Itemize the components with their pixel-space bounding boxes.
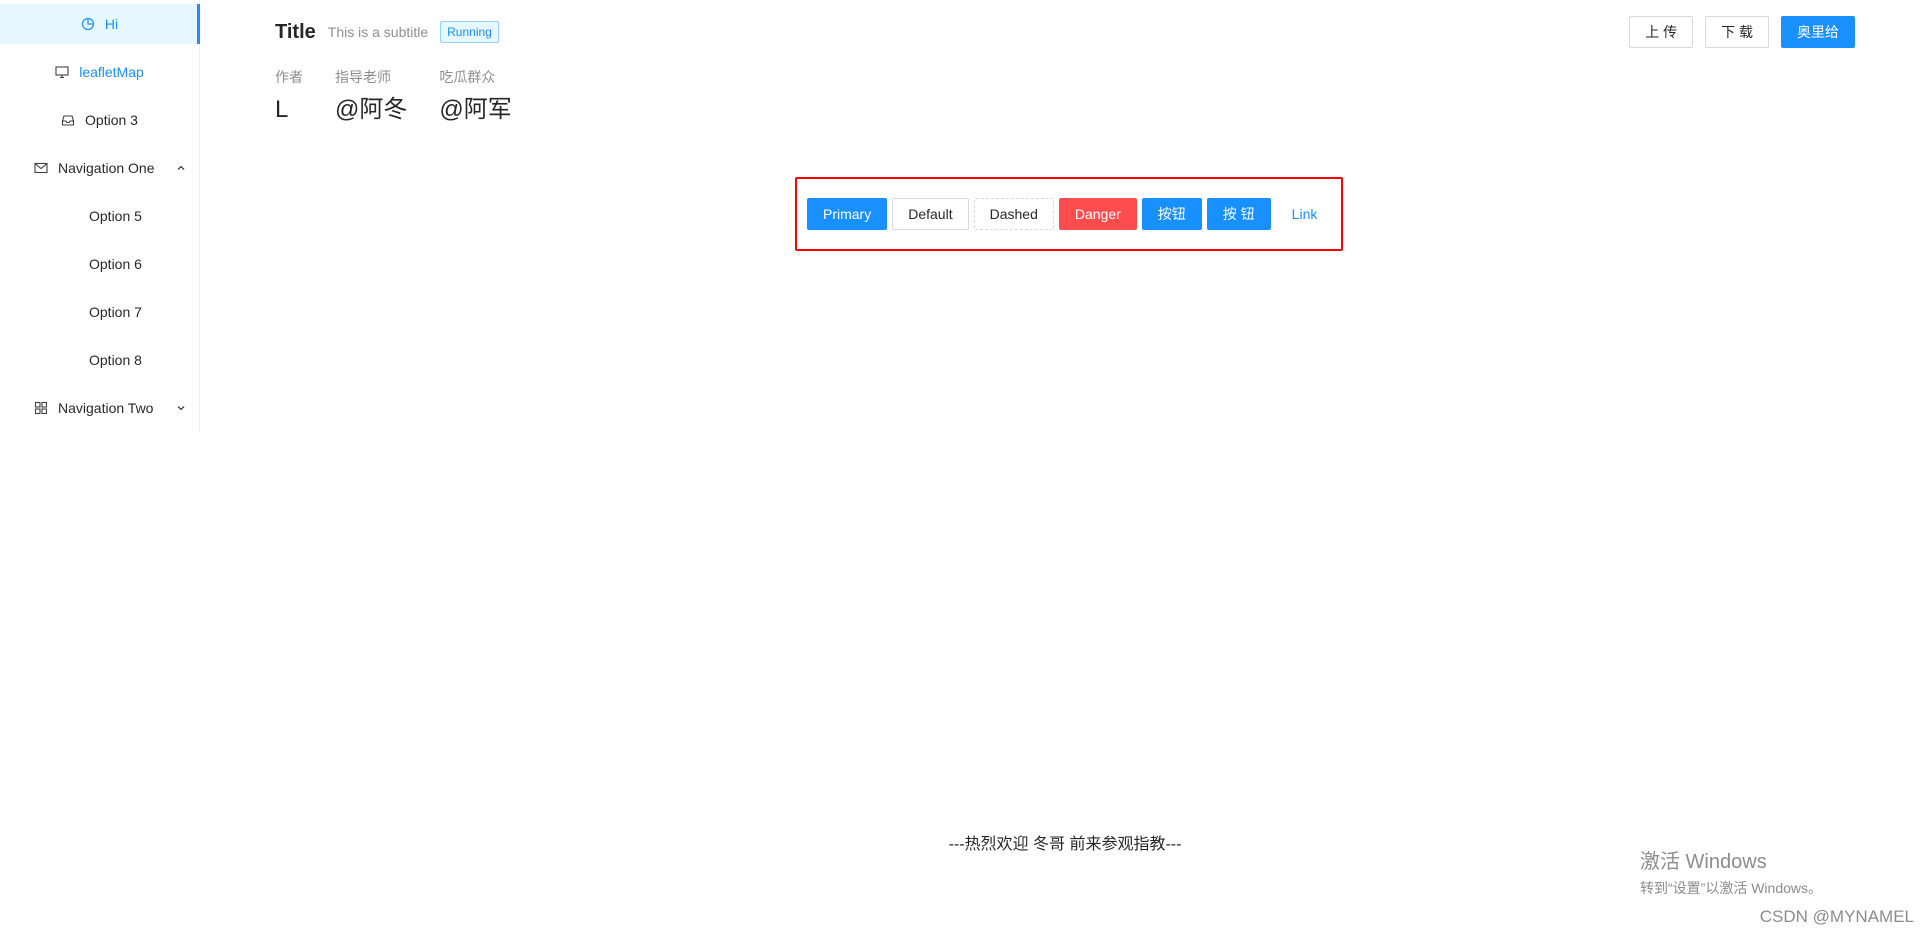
anniu-spaced-button[interactable]: 按 钮 — [1206, 198, 1271, 230]
download-button[interactable]: 下 载 — [1705, 16, 1769, 48]
sidebar-item-label: Option 8 — [89, 352, 142, 368]
sidebar-item-option-3[interactable]: Option 3 — [0, 100, 199, 140]
stat-audience: 吃瓜群众 @阿军 — [439, 66, 511, 128]
sidebar-item-option-6[interactable]: Option 6 — [0, 244, 199, 284]
sidebar-item-leafletmap[interactable]: leafletMap — [0, 52, 199, 92]
page-header: Title This is a subtitle Running 上 传 下 载… — [275, 16, 1855, 126]
button-demo-group: Primary Default Dashed Danger 按钮 按 钮 Lin… — [795, 177, 1343, 251]
submenu-label: Navigation Two — [58, 400, 154, 416]
sidebar-item-label: Option 7 — [89, 304, 142, 320]
upload-button[interactable]: 上 传 — [1629, 16, 1694, 48]
submenu-navigation-one[interactable]: Navigation One — [0, 148, 199, 188]
chevron-up-icon — [175, 162, 187, 174]
sidebar-menu: Hi leafletMap Option 3 Navigation One Op… — [0, 0, 200, 432]
page-title: Title — [275, 20, 316, 43]
submenu-label: Navigation One — [58, 160, 155, 176]
windows-activation-watermark: 激活 Windows 转到“设置”以激活 Windows。 — [1640, 845, 1822, 898]
page-header-title-row: Title This is a subtitle Running — [275, 16, 1855, 48]
csdn-credit: CSDN @MYNAMEL — [1759, 907, 1914, 926]
sidebar-item-label: Option 3 — [85, 112, 138, 128]
stat-value: @阿军 — [439, 96, 512, 123]
sidebar-item-label: leafletMap — [79, 64, 144, 80]
dashed-button[interactable]: Dashed — [973, 198, 1054, 230]
header-actions: 上 传 下 载 奥里给 — [1629, 16, 1855, 48]
sidebar-item-option-8[interactable]: Option 8 — [0, 340, 199, 380]
watermark-subtitle: 转到“设置”以激活 Windows。 — [1640, 880, 1823, 896]
sidebar-item-label: Option 5 — [89, 208, 142, 224]
chevron-down-icon — [175, 402, 187, 414]
aoligei-button[interactable]: 奥里给 — [1781, 16, 1855, 48]
sidebar-item-option-5[interactable]: Option 5 — [0, 196, 199, 236]
appstore-icon — [34, 401, 48, 415]
sidebar-item-label: Option 6 — [89, 256, 142, 272]
statistics-row: 作者 L 指导老师 @阿冬 吃瓜群众 @阿军 — [275, 66, 1855, 128]
link-button[interactable]: Link — [1276, 198, 1334, 230]
sidebar-item-label: Hi — [104, 16, 119, 32]
danger-button[interactable]: Danger — [1058, 198, 1137, 230]
primary-button[interactable]: Primary — [807, 198, 888, 230]
stat-value: L — [275, 96, 289, 123]
stat-title: 指导老师 — [335, 69, 391, 85]
sidebar-item-option-7[interactable]: Option 7 — [0, 292, 199, 332]
default-button[interactable]: Default — [892, 198, 969, 230]
desktop-icon — [55, 65, 69, 79]
mail-icon — [34, 161, 48, 175]
stat-title: 吃瓜群众 — [439, 69, 496, 85]
inbox-icon — [61, 113, 75, 127]
stat-value: @阿冬 — [335, 96, 408, 123]
sidebar-item-hi[interactable]: Hi — [0, 4, 200, 44]
pie-chart-icon — [81, 17, 95, 31]
anniu-button[interactable]: 按钮 — [1141, 198, 1202, 230]
stat-title: 作者 — [275, 69, 303, 85]
stat-author: 作者 L — [275, 66, 303, 128]
watermark-title: 激活 Windows — [1640, 851, 1767, 873]
submenu-navigation-two[interactable]: Navigation Two — [0, 388, 199, 428]
stat-mentor: 指导老师 @阿冬 — [335, 66, 407, 128]
welcome-footer: ---热烈欢迎 冬哥 前来参观指教--- — [948, 836, 1182, 853]
page-subtitle: This is a subtitle — [327, 24, 429, 40]
status-badge: Running — [440, 21, 499, 43]
